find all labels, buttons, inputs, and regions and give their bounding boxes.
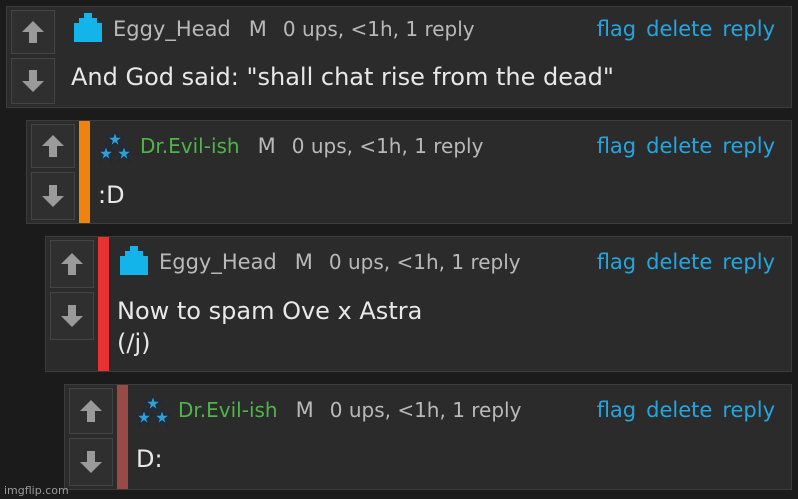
thread-depth-bar — [117, 385, 128, 489]
arrow-down-icon — [22, 70, 44, 92]
comment-meta: 0 ups, <1h, 1 reply — [291, 134, 484, 158]
comment-actions: flag delete reply — [597, 385, 775, 435]
comment-meta: 0 ups, <1h, 1 reply — [282, 17, 475, 41]
comment-4: Dr.Evil-ish M 0 ups, <1h, 1 reply flag d… — [64, 384, 792, 490]
delete-link[interactable]: delete — [646, 250, 712, 274]
comment-body: Dr.Evil-ish M 0 ups, <1h, 1 reply flag d… — [128, 385, 791, 489]
arrow-down-icon — [42, 185, 64, 207]
delete-link[interactable]: delete — [646, 134, 712, 158]
thread-depth-bar — [98, 237, 109, 371]
flag-link[interactable]: flag — [597, 134, 636, 158]
comment-body: Eggy_Head M 0 ups, <1h, 1 reply flag del… — [63, 7, 791, 107]
arrow-down-icon — [80, 451, 102, 473]
username[interactable]: Eggy_Head — [113, 17, 231, 41]
upvote-button[interactable] — [31, 124, 75, 168]
gender-badge: M — [257, 134, 276, 158]
three-stars-avatar-icon — [134, 392, 172, 428]
comment-meta: 0 ups, <1h, 1 reply — [329, 398, 522, 422]
downvote-button[interactable] — [50, 292, 94, 340]
comment-2: Dr.Evil-ish M 0 ups, <1h, 1 reply flag d… — [26, 120, 792, 224]
gender-badge: M — [294, 250, 313, 274]
comment-body: Eggy_Head M 0 ups, <1h, 1 reply flag del… — [109, 237, 791, 371]
vote-column — [7, 7, 59, 107]
comment-actions: flag delete reply — [597, 7, 775, 51]
thread-depth-bar — [79, 121, 90, 223]
comment-actions: flag delete reply — [597, 237, 775, 287]
comment-text: Now to spam Ove x Astra (/j) — [117, 297, 423, 357]
vote-column — [27, 121, 79, 223]
arrow-up-icon — [22, 21, 44, 43]
downvote-button[interactable] — [11, 58, 55, 104]
upvote-button[interactable] — [11, 10, 55, 54]
blue-cross-avatar-icon — [120, 246, 148, 275]
flag-link[interactable]: flag — [597, 250, 636, 274]
flag-link[interactable]: flag — [597, 398, 636, 422]
comment-3: Eggy_Head M 0 ups, <1h, 1 reply flag del… — [45, 236, 792, 372]
upvote-button[interactable] — [69, 388, 113, 434]
downvote-button[interactable] — [31, 172, 75, 220]
comment-body: Dr.Evil-ish M 0 ups, <1h, 1 reply flag d… — [90, 121, 791, 223]
comment-text: And God said: "shall chat rise from the … — [71, 63, 614, 91]
delete-link[interactable]: delete — [646, 17, 712, 41]
comment-1: Eggy_Head M 0 ups, <1h, 1 reply flag del… — [6, 6, 792, 108]
reply-link[interactable]: reply — [722, 17, 775, 41]
arrow-up-icon — [42, 135, 64, 157]
reply-link[interactable]: reply — [722, 398, 775, 422]
username[interactable]: Dr.Evil-ish — [178, 398, 278, 422]
downvote-button[interactable] — [69, 438, 113, 486]
arrow-down-icon — [61, 305, 83, 327]
three-stars-avatar-icon — [96, 128, 134, 164]
upvote-button[interactable] — [50, 240, 94, 288]
delete-link[interactable]: delete — [646, 398, 712, 422]
vote-column — [46, 237, 98, 371]
vote-column — [65, 385, 117, 489]
reply-link[interactable]: reply — [722, 250, 775, 274]
comment-text: D: — [136, 445, 163, 473]
reply-link[interactable]: reply — [722, 134, 775, 158]
imgflip-watermark: imgflip.com — [4, 484, 69, 497]
username[interactable]: Dr.Evil-ish — [140, 134, 240, 158]
username[interactable]: Eggy_Head — [159, 250, 277, 274]
comment-text: :D — [98, 181, 125, 209]
blue-cross-avatar-icon — [74, 13, 102, 42]
gender-badge: M — [295, 398, 314, 422]
arrow-up-icon — [80, 400, 102, 422]
comment-actions: flag delete reply — [597, 121, 775, 171]
flag-link[interactable]: flag — [597, 17, 636, 41]
comment-meta: 0 ups, <1h, 1 reply — [328, 250, 521, 274]
gender-badge: M — [248, 17, 267, 41]
arrow-up-icon — [61, 253, 83, 275]
